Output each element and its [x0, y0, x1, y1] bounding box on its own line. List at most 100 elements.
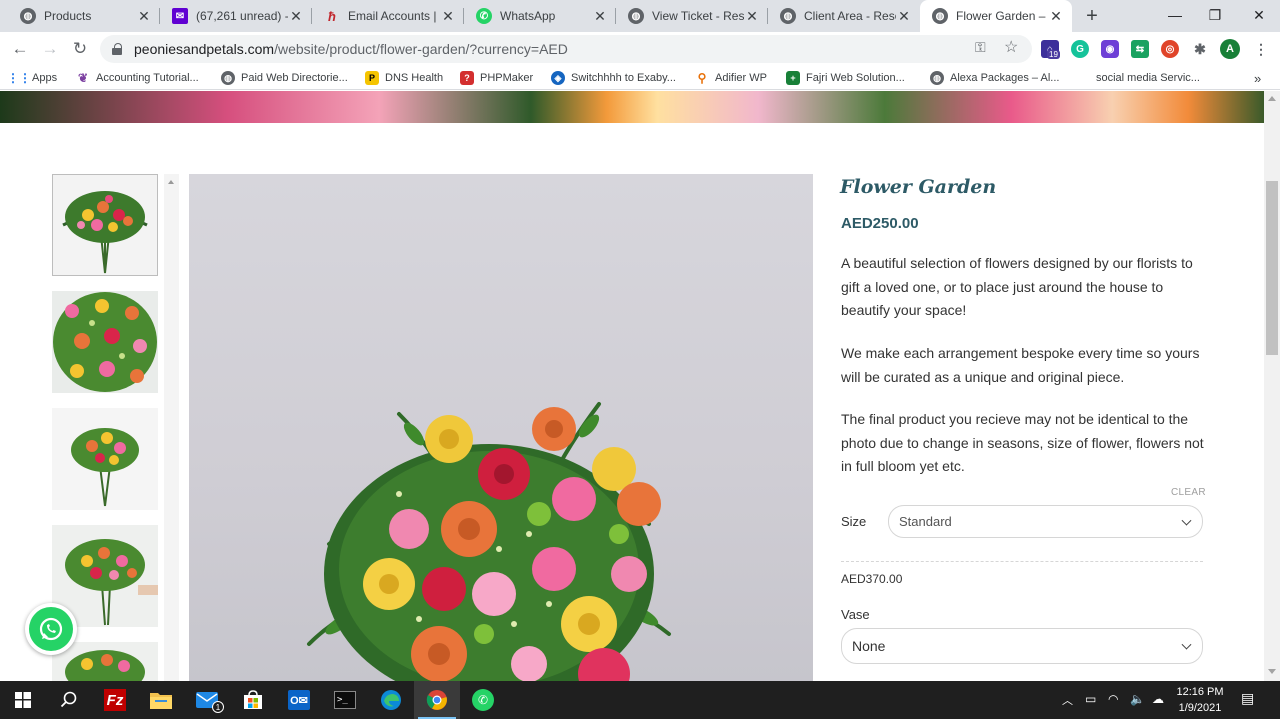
tab-email-accounts[interactable]: ħ Email Accounts | F ✕ [312, 0, 464, 32]
tab-title: WhatsApp [500, 9, 556, 23]
extension-badge: 19 [1047, 50, 1060, 59]
start-button[interactable] [0, 681, 46, 719]
tab-yahoo-mail[interactable]: ✉ (67,261 unread) - a ✕ [160, 0, 312, 32]
globe-icon: ◍ [20, 8, 36, 24]
windows-taskbar: Fz 1 O✉ >_ ✆ ︿ ▭ ◠ 🔈 ☁ 12:16 PM 1/9/2021… [0, 681, 1280, 719]
bookmark-accounting[interactable]: ❦ Accounting Tutorial... [76, 70, 199, 86]
puzzle-icon[interactable]: ✱ [1191, 40, 1209, 58]
bookmark-alexa[interactable]: ◍ Alexa Packages – Al... [930, 70, 1059, 86]
close-icon[interactable]: ✕ [592, 8, 608, 24]
battery-icon[interactable]: ▭ [1085, 692, 1096, 706]
onedrive-icon[interactable]: ☁ [1152, 692, 1164, 706]
show-hidden-icons-chevron-icon[interactable]: ︿ [1062, 692, 1073, 708]
tab-client-area[interactable]: ◍ Client Area - Resel ✕ [768, 0, 920, 32]
grammarly-icon[interactable]: G [1071, 40, 1089, 58]
extension-icon[interactable]: ◉ [1101, 40, 1119, 58]
close-icon[interactable]: ✕ [896, 8, 912, 24]
address-bar[interactable]: peoniesandpetals.com/website/product/flo… [100, 35, 1032, 63]
vase-label: Vase [841, 607, 870, 622]
page-scrollbar[interactable] [1264, 91, 1280, 681]
folder-icon [150, 693, 172, 709]
bookmark-star-icon[interactable]: ☆ [1004, 37, 1018, 57]
avatar[interactable]: A [1220, 39, 1240, 59]
thumbnail-scrollbar[interactable] [164, 174, 179, 681]
new-tab-button[interactable]: + [1081, 5, 1103, 27]
main-product-image[interactable] [189, 174, 813, 681]
tab-whatsapp[interactable]: ✆ WhatsApp ✕ [464, 0, 616, 32]
back-button[interactable]: ← [8, 37, 32, 61]
microsoft-store-app[interactable] [230, 681, 276, 719]
variation-price: AED370.00 [841, 572, 903, 586]
key-icon[interactable]: ⚿ [975, 39, 986, 56]
whatsapp-chat-button[interactable] [25, 603, 77, 655]
tab-products[interactable]: ◍ Products ✕ [8, 0, 160, 32]
close-icon[interactable]: ✕ [1048, 8, 1064, 24]
restore-button[interactable]: ❐ [1192, 0, 1238, 30]
extension-icon[interactable]: ⇆ [1131, 40, 1149, 58]
bookmark-label: Alexa Packages – Al... [950, 72, 1060, 84]
product-description-1: A beautiful selection of flowers designe… [841, 255, 1193, 318]
thumbnail-1[interactable] [52, 174, 158, 276]
product-description-2: We make each arrangement bespoke every t… [841, 345, 1200, 385]
thumbnail-2[interactable] [52, 291, 158, 393]
bookmarks-overflow-icon[interactable]: » [1254, 70, 1261, 86]
scroll-up-arrow-icon[interactable] [168, 180, 174, 184]
close-icon[interactable]: ✕ [744, 8, 760, 24]
thumbnail-3[interactable] [52, 408, 158, 510]
store-icon [244, 690, 262, 709]
mail-badge: 1 [212, 701, 224, 713]
size-select[interactable]: Standard [888, 505, 1203, 538]
bouquet-illustration [307, 402, 671, 681]
chrome-icon [426, 690, 447, 710]
extension-icon[interactable]: ◎ [1161, 40, 1179, 58]
menu-kebab-icon[interactable]: ⋮ [1252, 40, 1270, 58]
tab-view-ticket[interactable]: ◍ View Ticket - Rese ✕ [616, 0, 768, 32]
filezilla-app[interactable]: Fz [92, 681, 138, 719]
bookmark-switch-exabytes[interactable]: ◈ Switchhhh to Exaby... [551, 70, 676, 86]
bookmark-label: Adifier WP [715, 72, 767, 84]
notifications-icon[interactable]: ▤ [1241, 690, 1254, 707]
bookmark-adifier[interactable]: ⚲ Adifier WP [695, 70, 767, 86]
system-clock[interactable]: 12:16 PM 1/9/2021 [1168, 684, 1232, 716]
terminal-icon: >_ [334, 691, 356, 709]
bookmark-label: Accounting Tutorial... [96, 72, 199, 84]
whatsapp-desktop-app[interactable]: ✆ [460, 681, 506, 719]
scroll-down-arrow-icon[interactable] [1268, 669, 1276, 674]
search-button[interactable] [46, 681, 92, 719]
bookmark-dns-health[interactable]: P DNS Health [365, 70, 443, 86]
chrome-app[interactable] [414, 681, 460, 719]
volume-icon[interactable]: 🔈 [1130, 692, 1145, 706]
clear-variations-link[interactable]: CLEAR [1171, 487, 1206, 498]
edge-app[interactable] [368, 681, 414, 719]
close-window-button[interactable]: ✕ [1236, 0, 1280, 30]
reload-button[interactable]: ↻ [68, 37, 92, 61]
close-icon[interactable]: ✕ [440, 8, 456, 24]
vase-select-value: None [852, 638, 886, 654]
shield-icon: ◈ [551, 71, 565, 85]
tab-flower-garden[interactable]: ◍ Flower Garden – P ✕ [920, 0, 1072, 32]
bookmark-label: social media Servic... [1096, 72, 1200, 84]
forward-button[interactable]: → [38, 37, 62, 61]
terminal-app[interactable]: >_ [322, 681, 368, 719]
bookmark-phpmaker[interactable]: ? PHPMaker [460, 70, 533, 86]
wifi-icon[interactable]: ◠ [1108, 692, 1118, 706]
size-label: Size [841, 514, 867, 529]
bookmark-social-media[interactable]: social media Servic... [1096, 70, 1200, 86]
scroll-up-arrow-icon[interactable] [1268, 96, 1276, 101]
outlook-app[interactable]: O✉ [276, 681, 322, 719]
bookmark-paid-web[interactable]: ◍ Paid Web Directorie... [221, 70, 348, 86]
close-icon[interactable]: ✕ [288, 8, 304, 24]
mail-app[interactable]: 1 [184, 681, 230, 719]
bookmark-fajri[interactable]: + Fajri Web Solution... [786, 70, 905, 86]
phpmaker-icon: ? [460, 71, 474, 85]
vase-select[interactable]: None [841, 628, 1203, 664]
bookmark-apps[interactable]: ⋮⋮ Apps [7, 70, 57, 86]
bookmark-label: DNS Health [385, 72, 444, 84]
dns-icon: P [365, 71, 379, 85]
bookmark-label: Fajri Web Solution... [806, 72, 905, 84]
search-icon [60, 691, 77, 708]
scrollbar-thumb[interactable] [1266, 181, 1278, 355]
file-explorer-app[interactable] [138, 681, 184, 719]
close-icon[interactable]: ✕ [136, 8, 152, 24]
product-title: Flower Garden [840, 176, 997, 198]
